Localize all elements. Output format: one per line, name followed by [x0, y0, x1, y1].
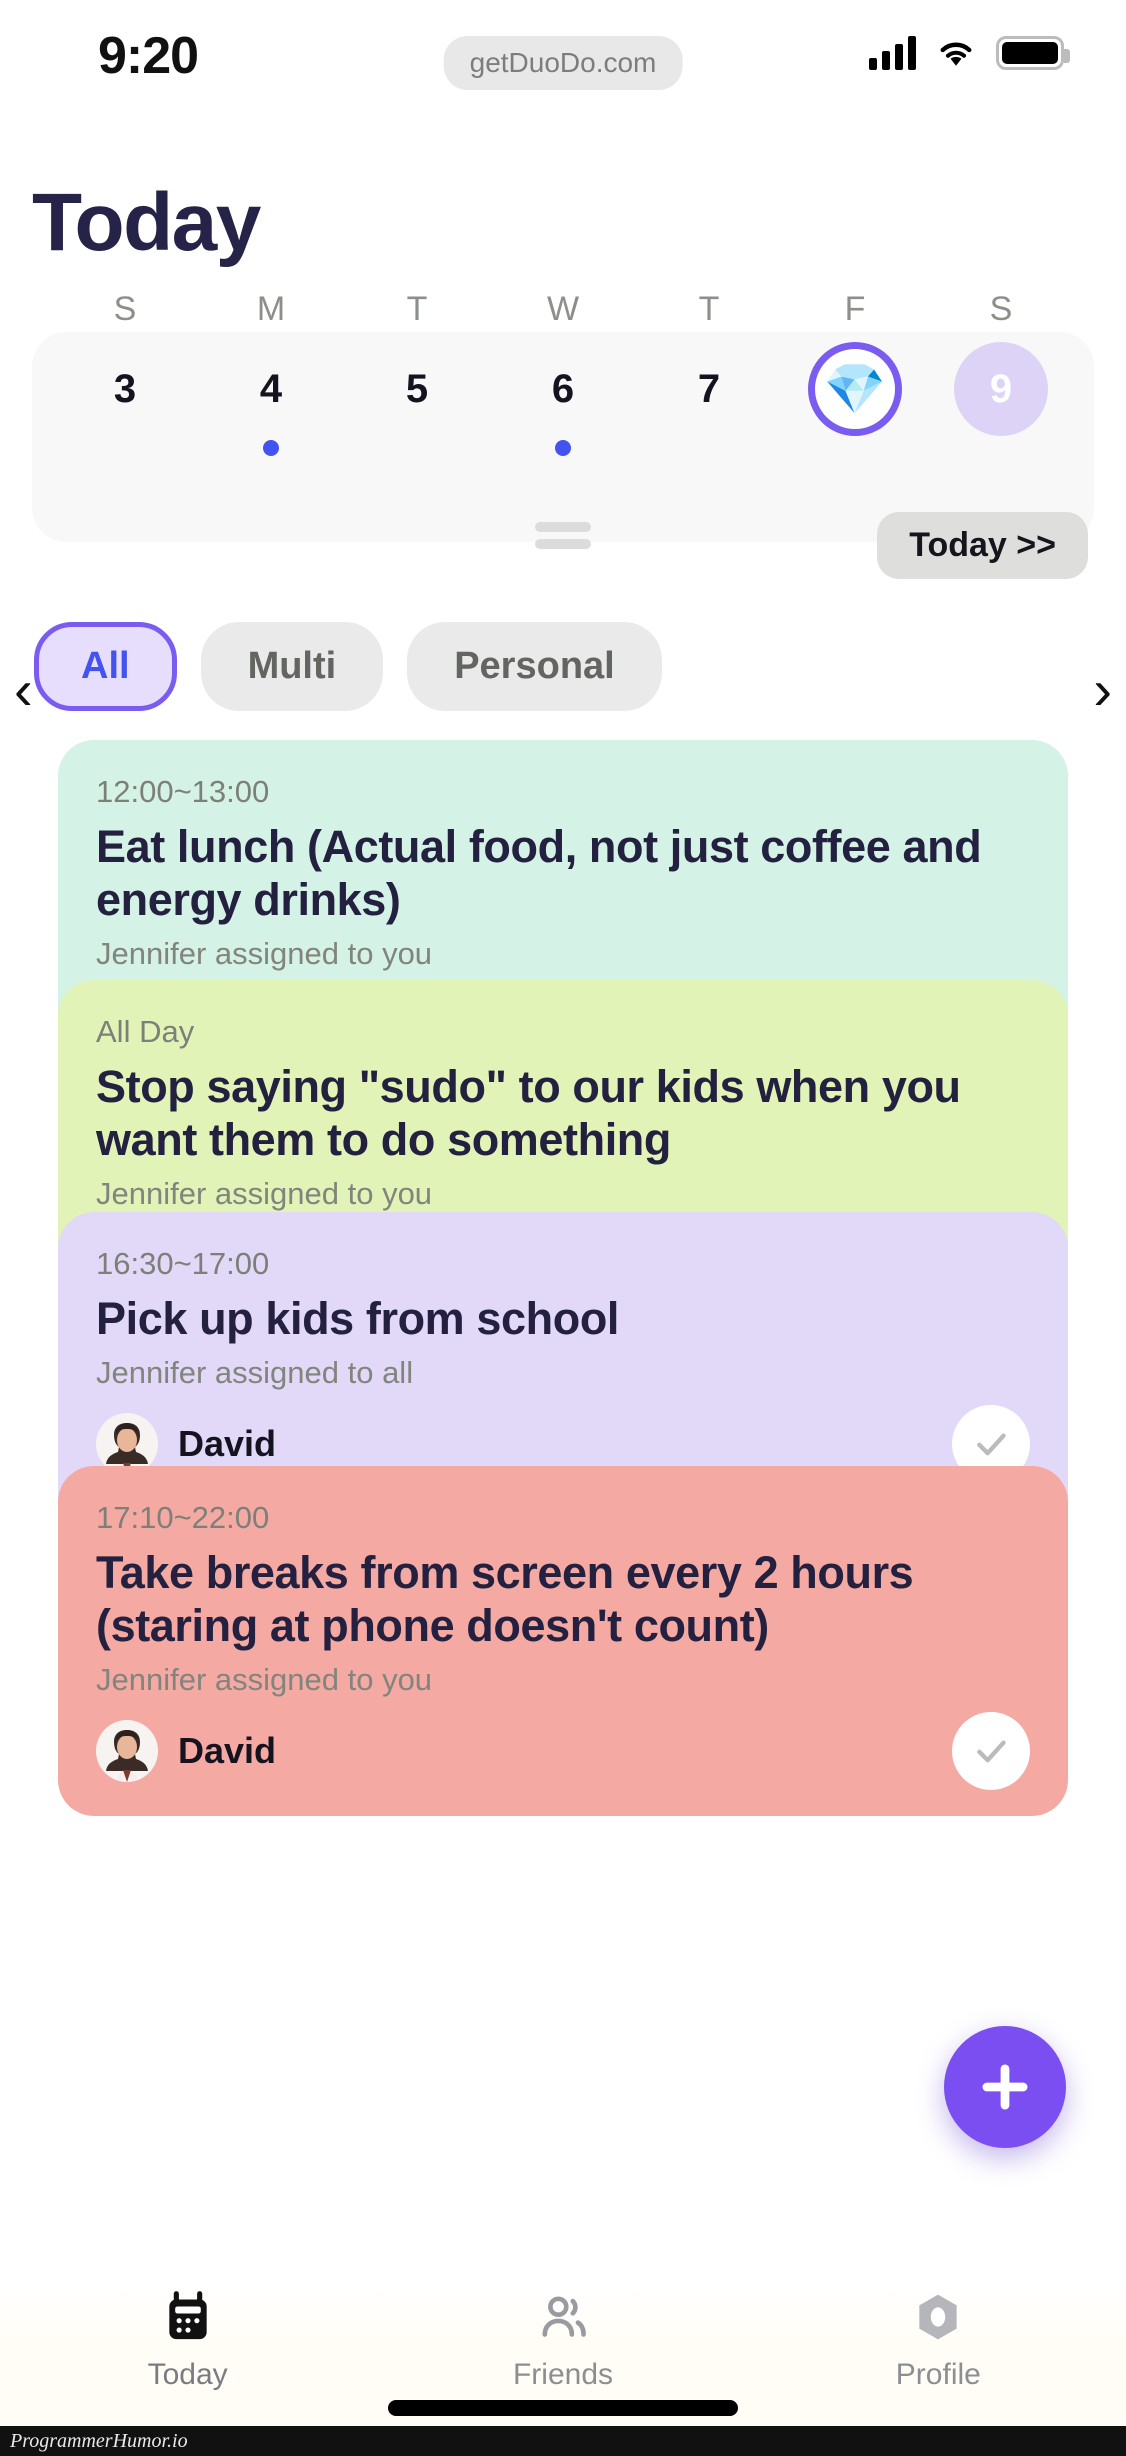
- calendar-date-number: 5: [405, 367, 429, 411]
- calendar-date-5[interactable]: 5: [344, 342, 490, 462]
- calendar-date-9[interactable]: 9: [928, 342, 1074, 462]
- task-time: 17:10~22:00: [96, 1500, 270, 1535]
- status-bar-icons: [869, 36, 1070, 70]
- selected-day-ring: 💎: [808, 342, 902, 436]
- people-icon: [535, 2286, 591, 2348]
- calendar-dates: 3 4 5 6 7 💎 9: [52, 342, 1074, 462]
- calendar-drag-handle[interactable]: [535, 522, 591, 556]
- calendar-date-7[interactable]: 7: [636, 342, 782, 462]
- nav-label-friends: Friends: [512, 2358, 614, 2391]
- task-time: 16:30~17:00: [96, 1246, 270, 1281]
- dow-label: M: [256, 290, 286, 328]
- today-button[interactable]: Today >>: [877, 512, 1088, 579]
- calendar-date-3[interactable]: 3: [52, 342, 198, 462]
- add-task-fab[interactable]: [944, 2026, 1066, 2148]
- dow-label: T: [406, 290, 428, 328]
- task-time: All Day: [96, 1014, 195, 1049]
- check-icon: [977, 1740, 1006, 1763]
- task-complete-checkbox[interactable]: [952, 1712, 1030, 1791]
- calendar-date-8-selected[interactable]: 💎: [782, 342, 928, 462]
- task-person-name: David: [178, 1423, 277, 1465]
- nav-label-profile: Profile: [895, 2358, 981, 2391]
- task-assigner: Jennifer assigned to you: [96, 1176, 433, 1212]
- dow-label: S: [113, 290, 137, 328]
- status-bar-time: 9:20: [98, 27, 199, 85]
- task-title: Pick up kids from school: [96, 1293, 620, 1344]
- event-dot: [263, 440, 279, 456]
- filter-chip-personal[interactable]: Personal: [407, 622, 662, 711]
- battery-icon: [996, 36, 1070, 70]
- gem-icon: 💎: [823, 361, 887, 417]
- dow-label: W: [546, 290, 580, 328]
- event-dot: [555, 440, 571, 456]
- calendar-date-6[interactable]: 6: [490, 342, 636, 462]
- dow-label: S: [989, 290, 1013, 328]
- watermark: ProgrammerHumor.io: [0, 2426, 1126, 2456]
- wifi-icon: [940, 42, 972, 66]
- nav-item-friends[interactable]: Friends: [375, 2280, 750, 2410]
- calendar-date-number: 7: [697, 367, 721, 411]
- task-time: 12:00~13:00: [96, 774, 270, 809]
- task-title: Eat lunch (Actual food, not just coffee …: [96, 821, 982, 926]
- home-indicator: [388, 2400, 738, 2416]
- nav-item-profile[interactable]: Profile: [751, 2280, 1126, 2410]
- status-bar: 9:20 getDuoDo.com: [0, 0, 1126, 120]
- calendar-day-labels: S M T W T F S: [52, 290, 1074, 338]
- task-card[interactable]: 17:10~22:00 Take breaks from screen ever…: [58, 1466, 1068, 1817]
- calendar-date-4[interactable]: 4: [198, 342, 344, 462]
- task-person-row: David: [96, 1712, 1030, 1791]
- prev-week-arrow[interactable]: ‹: [14, 662, 33, 718]
- task-assigner: Jennifer assigned to you: [96, 936, 433, 972]
- calendar-date-number: 9: [954, 342, 1048, 436]
- nav-label-today: Today: [147, 2358, 228, 2391]
- task-assigner: Jennifer assigned to all: [96, 1355, 414, 1391]
- dow-label: T: [698, 290, 720, 328]
- url-pill[interactable]: getDuoDo.com: [443, 36, 683, 90]
- nav-item-today[interactable]: Today: [0, 2280, 375, 2410]
- check-icon: [977, 1433, 1006, 1456]
- filter-chips: All Multi Personal: [34, 622, 662, 711]
- calendar-date-number: 6: [551, 367, 575, 411]
- task-title: Take breaks from screen every 2 hours (s…: [96, 1547, 914, 1652]
- app-screen: 9:20 getDuoDo.com Today S M T W T F S 3 …: [0, 0, 1126, 2456]
- calendar-date-number: 3: [113, 367, 137, 411]
- calendar-icon: [160, 2286, 216, 2348]
- calendar-date-number: 4: [259, 367, 283, 411]
- task-list: 12:00~13:00 Eat lunch (Actual food, not …: [0, 740, 1126, 2456]
- filter-chip-all[interactable]: All: [34, 622, 177, 711]
- dow-label: F: [844, 290, 866, 328]
- task-title: Stop saying "sudo" to our kids when you …: [96, 1061, 961, 1166]
- plus-icon: [982, 2064, 1028, 2110]
- task-person-name: David: [178, 1730, 277, 1772]
- task-assigner: Jennifer assigned to you: [96, 1662, 433, 1698]
- filter-chip-multi[interactable]: Multi: [200, 622, 384, 711]
- david-avatar: [96, 1720, 158, 1783]
- signal-icon: [869, 36, 916, 70]
- hexagon-icon: [910, 2286, 966, 2348]
- task-person: David: [96, 1720, 277, 1783]
- bottom-nav: Today Friends Profile: [0, 2280, 1126, 2410]
- next-week-arrow[interactable]: ›: [1093, 662, 1112, 718]
- page-title: Today: [32, 177, 261, 268]
